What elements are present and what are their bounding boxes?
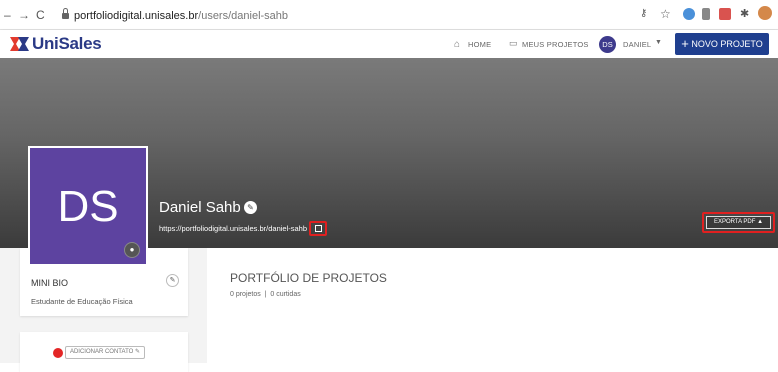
profile-avatar-icon[interactable] [758, 6, 772, 20]
star-icon[interactable]: ☆ [660, 7, 671, 21]
plus-icon: + [681, 36, 689, 51]
puzzle-icon[interactable]: ✱ [740, 7, 749, 20]
forward-icon[interactable]: → [18, 9, 30, 21]
copy-icon [315, 225, 322, 232]
export-highlight: EXPORTA PDF ▲ [702, 212, 775, 233]
user-avatar[interactable]: DS [599, 36, 616, 53]
flag-icon[interactable] [702, 8, 710, 20]
new-project-button[interactable]: + NOVO PROJETO [675, 33, 769, 55]
projects-count: 0 projetos [230, 291, 261, 298]
contact-card: ADICIONAR CONTATO ✎ [20, 332, 188, 372]
contact-marker-icon [53, 348, 63, 358]
user-menu-label[interactable]: DANIEL [623, 40, 651, 49]
extension-icon[interactable] [719, 8, 731, 20]
key-icon[interactable]: ⚷ [640, 8, 647, 19]
address-bar[interactable]: portfoliodigital.unisales.br/users/danie… [56, 6, 636, 26]
portfolio-stats: 0 projetos | 0 curtidas [230, 291, 301, 298]
home-icon[interactable]: ⌂ [454, 39, 460, 50]
edit-name-icon[interactable]: ✎ [244, 201, 257, 214]
profile-url: https://portfoliodigital.unisales.br/dan… [159, 224, 308, 233]
reload-icon[interactable]: C [36, 9, 45, 21]
likes-count: 0 curtidas [270, 291, 301, 298]
browser-toolbar: – → C portfoliodigital.unisales.br/users… [0, 0, 778, 30]
logo-text: UniSales [32, 34, 102, 53]
app-header: UniSales ⌂ HOME ▭ MEUS PROJETOS DS DANIE… [0, 30, 778, 58]
mini-bio-text: Estudante de Educação Física [31, 297, 133, 306]
folder-icon[interactable]: ▭ [509, 38, 518, 49]
export-pdf-button[interactable]: EXPORTA PDF ▲ [706, 216, 771, 229]
url-text: portfoliodigital.unisales.br/users/danie… [74, 10, 289, 22]
mini-bio-title: MINI BIO [31, 278, 69, 288]
portfolio-section: PORTFÓLIO DE PROJETOS 0 projetos | 0 cur… [207, 248, 778, 363]
profile-name: Daniel Sahb [159, 199, 241, 216]
edit-bio-icon[interactable]: ✎ [166, 274, 179, 287]
chevron-down-icon[interactable]: ▼ [655, 39, 662, 46]
portfolio-title: PORTFÓLIO DE PROJETOS [230, 271, 387, 285]
profile-initials: DS [57, 182, 119, 231]
profile-avatar: DS ● [28, 146, 148, 266]
add-contact-button[interactable]: ADICIONAR CONTATO ✎ [65, 346, 145, 359]
upload-arrow-icon: ▲ [757, 219, 764, 225]
lock-icon [62, 8, 69, 19]
back-icon[interactable]: – [4, 9, 11, 21]
camera-icon[interactable]: ● [124, 242, 140, 258]
nav-home[interactable]: HOME [468, 40, 491, 49]
copy-url-button[interactable] [309, 221, 327, 236]
extension-icon[interactable] [683, 8, 695, 20]
logo-mark-icon [10, 37, 29, 51]
nav-my-projects[interactable]: MEUS PROJETOS [522, 40, 589, 49]
